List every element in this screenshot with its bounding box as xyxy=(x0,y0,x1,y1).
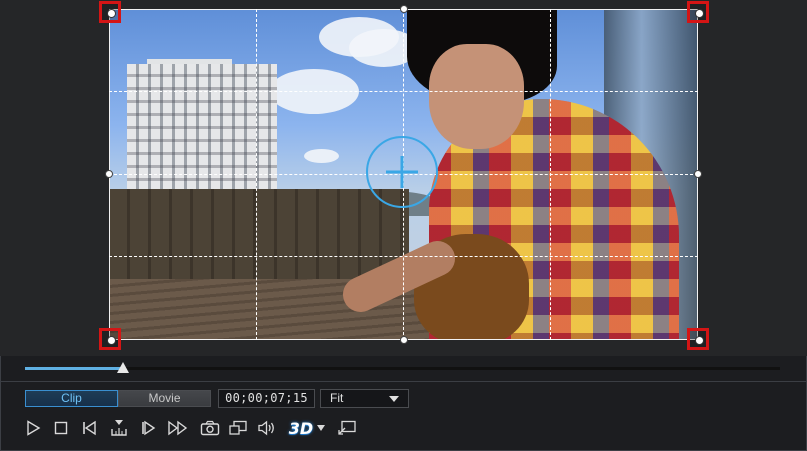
stop-icon xyxy=(53,420,69,436)
fast-forward-button[interactable] xyxy=(167,417,189,439)
tab-movie[interactable]: Movie xyxy=(118,390,211,407)
previous-frame-button[interactable] xyxy=(79,417,101,439)
zoom-select[interactable]: Fit xyxy=(320,389,409,408)
undock-button[interactable] xyxy=(336,417,358,439)
crop-handle-bottom[interactable] xyxy=(400,336,408,344)
volume-button[interactable] xyxy=(256,417,278,439)
crop-handle-bottom-right[interactable] xyxy=(687,328,709,350)
divider xyxy=(0,381,807,382)
camera-icon xyxy=(200,420,220,436)
scrubber-progress xyxy=(25,367,123,370)
grid-line xyxy=(109,256,698,257)
3d-icon: 3D xyxy=(289,419,313,438)
3d-dropdown-icon xyxy=(316,424,326,432)
crop-handle-top[interactable] xyxy=(400,5,408,13)
crop-handle-top-right[interactable] xyxy=(687,1,709,23)
tab-clip[interactable]: Clip xyxy=(25,390,118,407)
3d-button[interactable]: 3D xyxy=(287,417,315,439)
zoom-select-value: Fit xyxy=(330,391,344,405)
snapshot-button[interactable] xyxy=(199,417,221,439)
timeline-scrubber[interactable] xyxy=(25,367,780,370)
crop-handle-left[interactable] xyxy=(105,170,113,178)
scrubber-thumb[interactable] xyxy=(117,362,129,373)
undock-icon xyxy=(337,420,357,436)
split-icon xyxy=(109,419,129,437)
crop-handle-right[interactable] xyxy=(694,170,702,178)
stop-button[interactable] xyxy=(50,417,72,439)
crop-handle-bottom-left[interactable] xyxy=(99,328,121,350)
play-button[interactable] xyxy=(22,417,44,439)
volume-icon xyxy=(257,420,277,436)
play-icon xyxy=(25,420,41,436)
next-frame-button[interactable] xyxy=(138,417,160,439)
chevron-down-icon xyxy=(389,396,399,402)
next-frame-icon xyxy=(140,420,158,436)
previous-frame-icon xyxy=(81,420,99,436)
fast-forward-icon xyxy=(167,420,189,436)
3d-label: 3D xyxy=(288,418,314,438)
move-crosshair-icon[interactable] xyxy=(366,136,438,208)
grid-line xyxy=(109,91,698,92)
crop-handle-top-left[interactable] xyxy=(99,1,121,23)
split-button[interactable] xyxy=(108,417,130,439)
preview-viewer xyxy=(0,0,807,356)
timecode-field[interactable]: 00;00;07;15 xyxy=(218,389,315,408)
display-mode-icon xyxy=(228,420,248,436)
3d-dropdown-button[interactable] xyxy=(313,417,329,439)
display-mode-button[interactable] xyxy=(227,417,249,439)
